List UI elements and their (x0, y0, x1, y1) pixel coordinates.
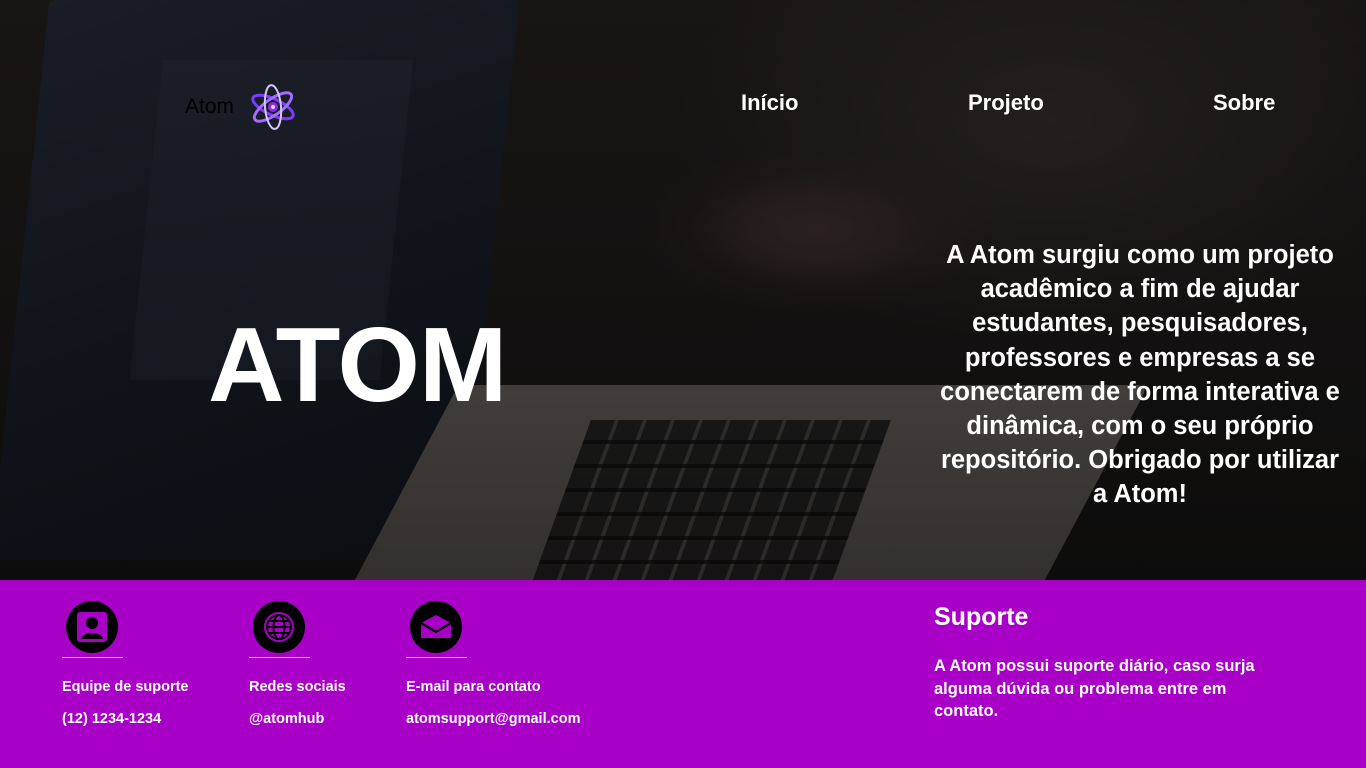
contact-label: E-mail para contato (406, 679, 541, 695)
mail-icon (410, 601, 462, 653)
hero-title: ATOM (208, 306, 507, 424)
contact-support-team: Equipe de suporte (12) 1234-1234 (62, 601, 189, 727)
main-nav: Início Projeto Sobre (0, 90, 1366, 120)
support-section: Suporte A Atom possui suporte diário, ca… (934, 603, 1294, 723)
divider (62, 657, 123, 658)
contact-email-address[interactable]: atomsupport@gmail.com (406, 711, 580, 727)
support-phone: (12) 1234-1234 (62, 711, 162, 727)
contact-label: Redes sociais (249, 679, 346, 695)
footer: Equipe de suporte (12) 1234-1234 Redes s… (0, 580, 1366, 768)
divider (249, 657, 310, 658)
contact-social: Redes sociais @atomhub (249, 601, 346, 727)
support-text: A Atom possui suporte diário, caso surja… (934, 657, 1255, 720)
social-handle[interactable]: @atomhub (249, 711, 346, 727)
hero-description: A Atom surgiu como um projeto acadêmico … (940, 241, 1340, 509)
nav-link-projeto[interactable]: Projeto (968, 90, 1044, 116)
contact-label: Equipe de suporte (62, 679, 189, 695)
hero-section: Atom Início Projeto Sobre ATOM A Atom su… (0, 0, 1366, 580)
support-title: Suporte (934, 603, 1029, 631)
user-icon (66, 601, 118, 653)
divider (406, 657, 467, 658)
nav-link-sobre[interactable]: Sobre (1213, 90, 1275, 116)
nav-link-inicio[interactable]: Início (741, 90, 798, 116)
contact-email: E-mail para contato atomsupport@gmail.co… (406, 601, 580, 727)
globe-icon (253, 601, 305, 653)
